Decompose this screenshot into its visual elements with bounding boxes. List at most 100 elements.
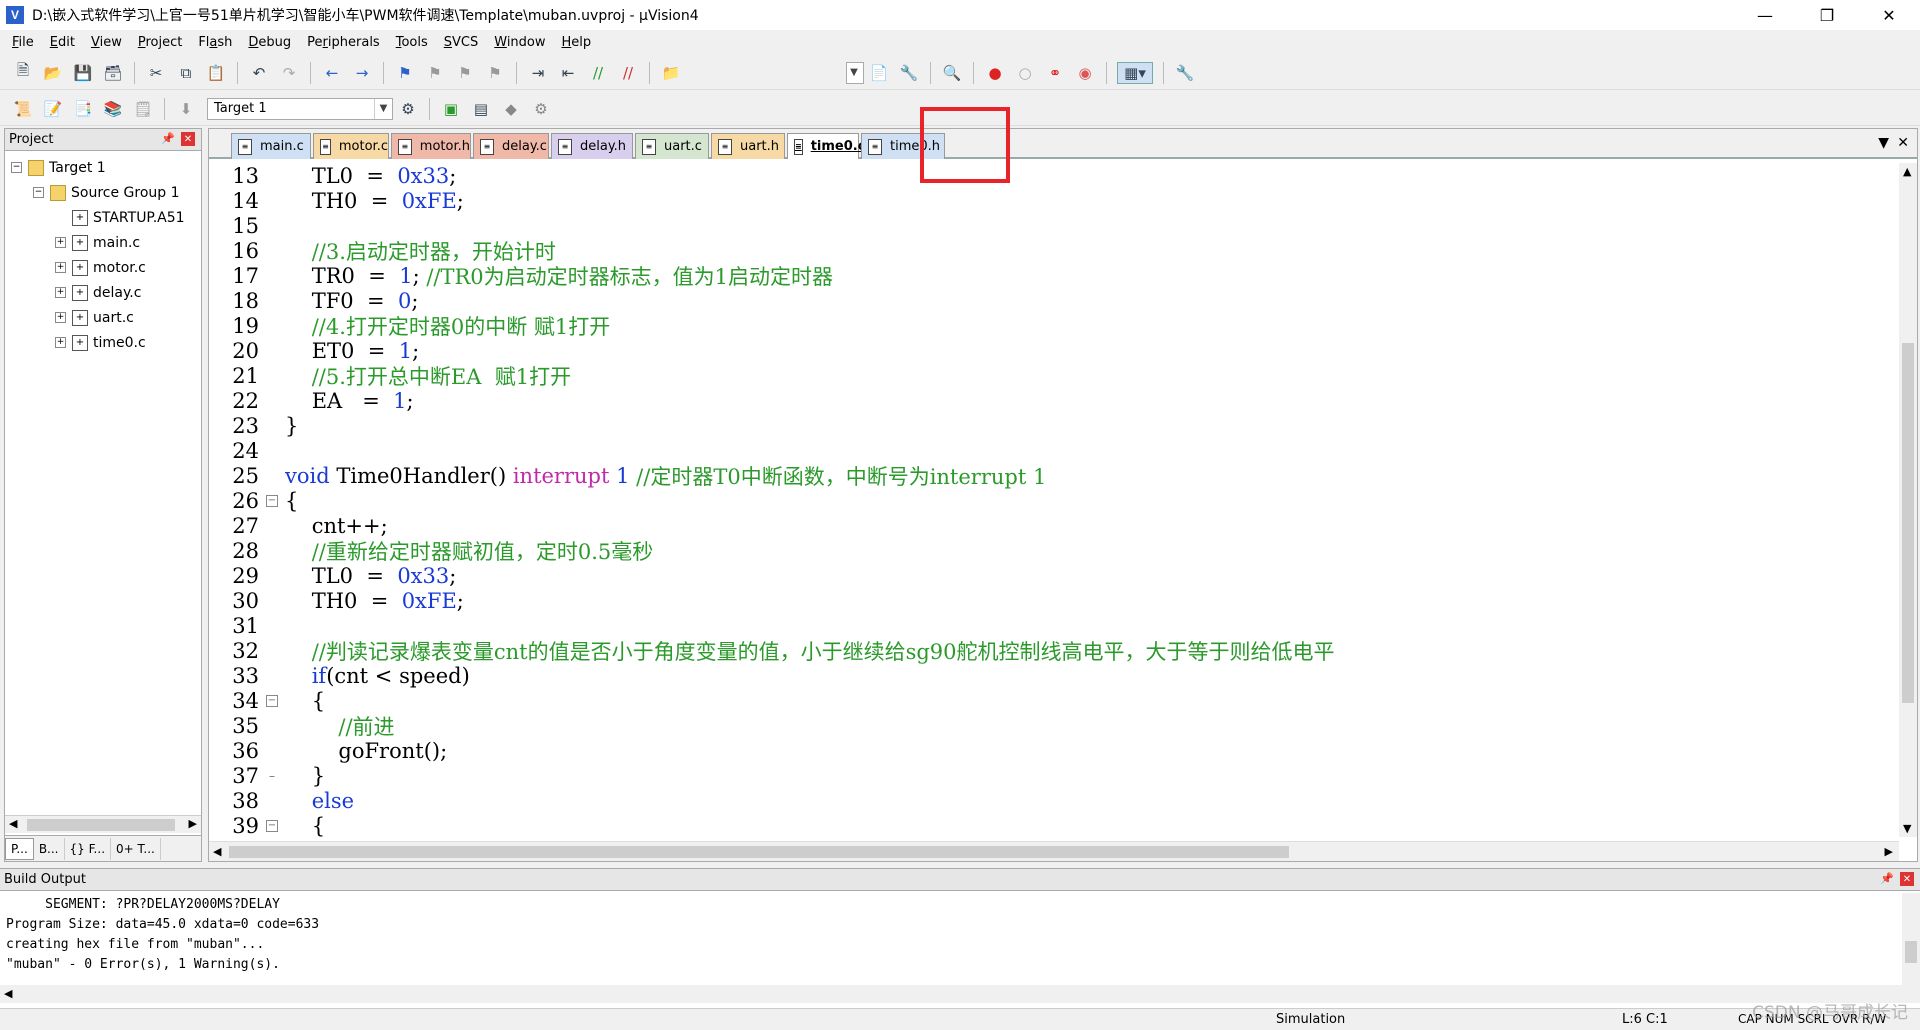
download-icon[interactable]: ⬇ [175, 98, 197, 120]
find-icon[interactable]: 📄 [868, 62, 890, 84]
restore-button[interactable]: ❐ [1804, 0, 1850, 30]
bookmark-icon[interactable]: ⚑ [394, 62, 416, 84]
close-panel-button[interactable]: ✕ [181, 132, 195, 146]
scroll-thumb[interactable] [1902, 343, 1914, 703]
indent-icon[interactable]: ⇥ [527, 62, 549, 84]
collapse-icon[interactable]: − [11, 162, 22, 173]
window-layout-icon[interactable]: ▦▾ [1117, 61, 1153, 84]
tree-item[interactable]: + + delay.c [5, 280, 201, 305]
translate-icon[interactable]: 📜 [12, 98, 34, 120]
unindent-icon[interactable]: ⇤ [557, 62, 579, 84]
fold-collapse-icon[interactable]: − [259, 494, 285, 507]
open-folder-icon[interactable]: 📂 [42, 62, 64, 84]
menu-item[interactable]: View [83, 35, 130, 50]
file-tab[interactable]: ≡ delay.c [473, 133, 549, 159]
new-file-icon[interactable]: 🗎 [12, 61, 34, 84]
file-tab[interactable]: ≡ uart.h [711, 133, 785, 159]
file-tab[interactable]: ≡ uart.c [635, 133, 709, 159]
disable-all-breakpoints-icon[interactable]: ⚭ [1044, 62, 1066, 84]
project-panel-tab[interactable]: {} F... [65, 837, 112, 860]
editor-hscrollbar[interactable]: ◀ ▶ [209, 841, 1899, 861]
editor-vscrollbar[interactable]: ▲ ▼ [1899, 163, 1917, 837]
batch-build-icon[interactable]: 📚 [102, 98, 124, 120]
scroll-left-icon[interactable]: ◀ [9, 817, 17, 830]
tree-item[interactable]: + + uart.c [5, 305, 201, 330]
tab-list-dropdown-icon[interactable]: ▼ [1878, 135, 1889, 151]
build-hscrollbar[interactable]: ◀ [0, 985, 1920, 1003]
redo-icon[interactable]: ↷ [278, 62, 300, 84]
menu-item[interactable]: Edit [42, 35, 83, 50]
tree-item[interactable]: + + time0.c [5, 330, 201, 355]
tree-item[interactable]: − Target 1 [5, 155, 201, 180]
menu-item[interactable]: Help [554, 35, 600, 50]
menu-item[interactable]: Peripherals [299, 35, 388, 50]
close-panel-button[interactable]: ✕ [1900, 872, 1914, 886]
expand-icon[interactable]: + [55, 262, 66, 273]
file-tab[interactable]: ≡ motor.c [313, 133, 389, 159]
file-tab[interactable]: ≡ main.c [231, 133, 311, 159]
project-panel-tab[interactable]: B... [34, 837, 65, 860]
menu-item[interactable]: Debug [240, 35, 299, 50]
stop-build-icon[interactable]: 🗒 [132, 98, 154, 120]
scroll-right-icon[interactable]: ▶ [1885, 845, 1893, 858]
scroll-thumb[interactable] [27, 819, 175, 831]
next-bookmark-icon[interactable]: ⚑ [454, 62, 476, 84]
build-vscrollbar[interactable] [1902, 893, 1920, 993]
close-button[interactable]: ✕ [1866, 0, 1912, 30]
fold-collapse-icon[interactable]: − [259, 819, 285, 832]
save-all-icon[interactable]: 🗃 [102, 62, 124, 84]
tree-item[interactable]: + + motor.c [5, 255, 201, 280]
software-packs-icon[interactable]: ⚙ [530, 98, 552, 120]
scroll-thumb[interactable] [229, 846, 1289, 858]
pin-icon[interactable]: 📌 [161, 132, 175, 145]
menu-item[interactable]: Flash [190, 35, 240, 50]
scroll-left-icon[interactable]: ◀ [4, 987, 12, 1000]
copy-icon[interactable]: ⧉ [175, 62, 197, 84]
close-tab-icon[interactable]: ✕ [1897, 135, 1909, 151]
pin-icon[interactable]: 📌 [1880, 872, 1894, 885]
breakpoint-icon[interactable]: ● [984, 62, 1006, 84]
file-tab[interactable]: ≡ delay.h [551, 133, 633, 159]
tree-item[interactable]: + + main.c [5, 230, 201, 255]
manage-components-icon[interactable]: ▣ [440, 98, 462, 120]
configure-icon[interactable]: 🔧 [1174, 62, 1196, 84]
prev-bookmark-icon[interactable]: ⚑ [424, 62, 446, 84]
tree-item[interactable]: − Source Group 1 [5, 180, 201, 205]
find-in-files-icon[interactable]: 📁 [660, 62, 682, 84]
scroll-left-icon[interactable]: ◀ [213, 845, 221, 858]
target-options-icon[interactable]: ⚙ [397, 98, 419, 120]
file-tab[interactable]: ≡ time0.c [787, 133, 865, 159]
file-tab[interactable]: ≡ motor.h [391, 133, 471, 159]
expand-icon[interactable]: + [55, 237, 66, 248]
disable-breakpoint-icon[interactable]: ○ [1014, 62, 1036, 84]
navigate-forward-icon[interactable]: → [351, 62, 373, 84]
cut-icon[interactable]: ✂ [145, 62, 167, 84]
project-panel-tab[interactable]: P... [5, 837, 34, 860]
project-panel-tab[interactable]: 0+ T... [111, 837, 161, 860]
expand-icon[interactable]: + [55, 337, 66, 348]
target-select[interactable]: Target 1 ▼ [207, 97, 393, 120]
build-icon[interactable]: 📝 [42, 98, 64, 120]
scroll-down-icon[interactable]: ▼ [1903, 822, 1911, 835]
project-hscrollbar[interactable]: ◀ ▶ [5, 815, 201, 833]
menu-item[interactable]: Project [130, 35, 191, 50]
menu-item[interactable]: Window [486, 35, 553, 50]
code-editor[interactable]: 13 TL0 = 0x33; 14 TH0 = 0xFE; 15 16 //3.启动定… [215, 163, 1891, 838]
select-packs-icon[interactable]: ▤ [470, 98, 492, 120]
uncomment-icon[interactable]: // [617, 62, 639, 84]
fold-collapse-icon[interactable]: − [259, 694, 285, 707]
save-icon[interactable]: 💾 [72, 62, 94, 84]
expand-icon[interactable]: + [55, 287, 66, 298]
rebuild-icon[interactable]: 📑 [72, 98, 94, 120]
scroll-thumb[interactable] [1905, 941, 1917, 963]
tree-item[interactable]: + STARTUP.A51 [5, 205, 201, 230]
scroll-up-icon[interactable]: ▲ [1903, 165, 1911, 178]
find-combo-dropdown[interactable]: ▼ [846, 61, 864, 84]
kill-all-breakpoints-icon[interactable]: ◉ [1074, 62, 1096, 84]
paste-icon[interactable]: 📋 [205, 62, 227, 84]
undo-icon[interactable]: ↶ [248, 62, 270, 84]
manage-rte-icon[interactable]: ◆ [500, 98, 522, 120]
menu-item[interactable]: File [4, 35, 42, 50]
scroll-right-icon[interactable]: ▶ [189, 817, 197, 830]
debug-session-icon[interactable]: 🔍 [941, 62, 963, 84]
